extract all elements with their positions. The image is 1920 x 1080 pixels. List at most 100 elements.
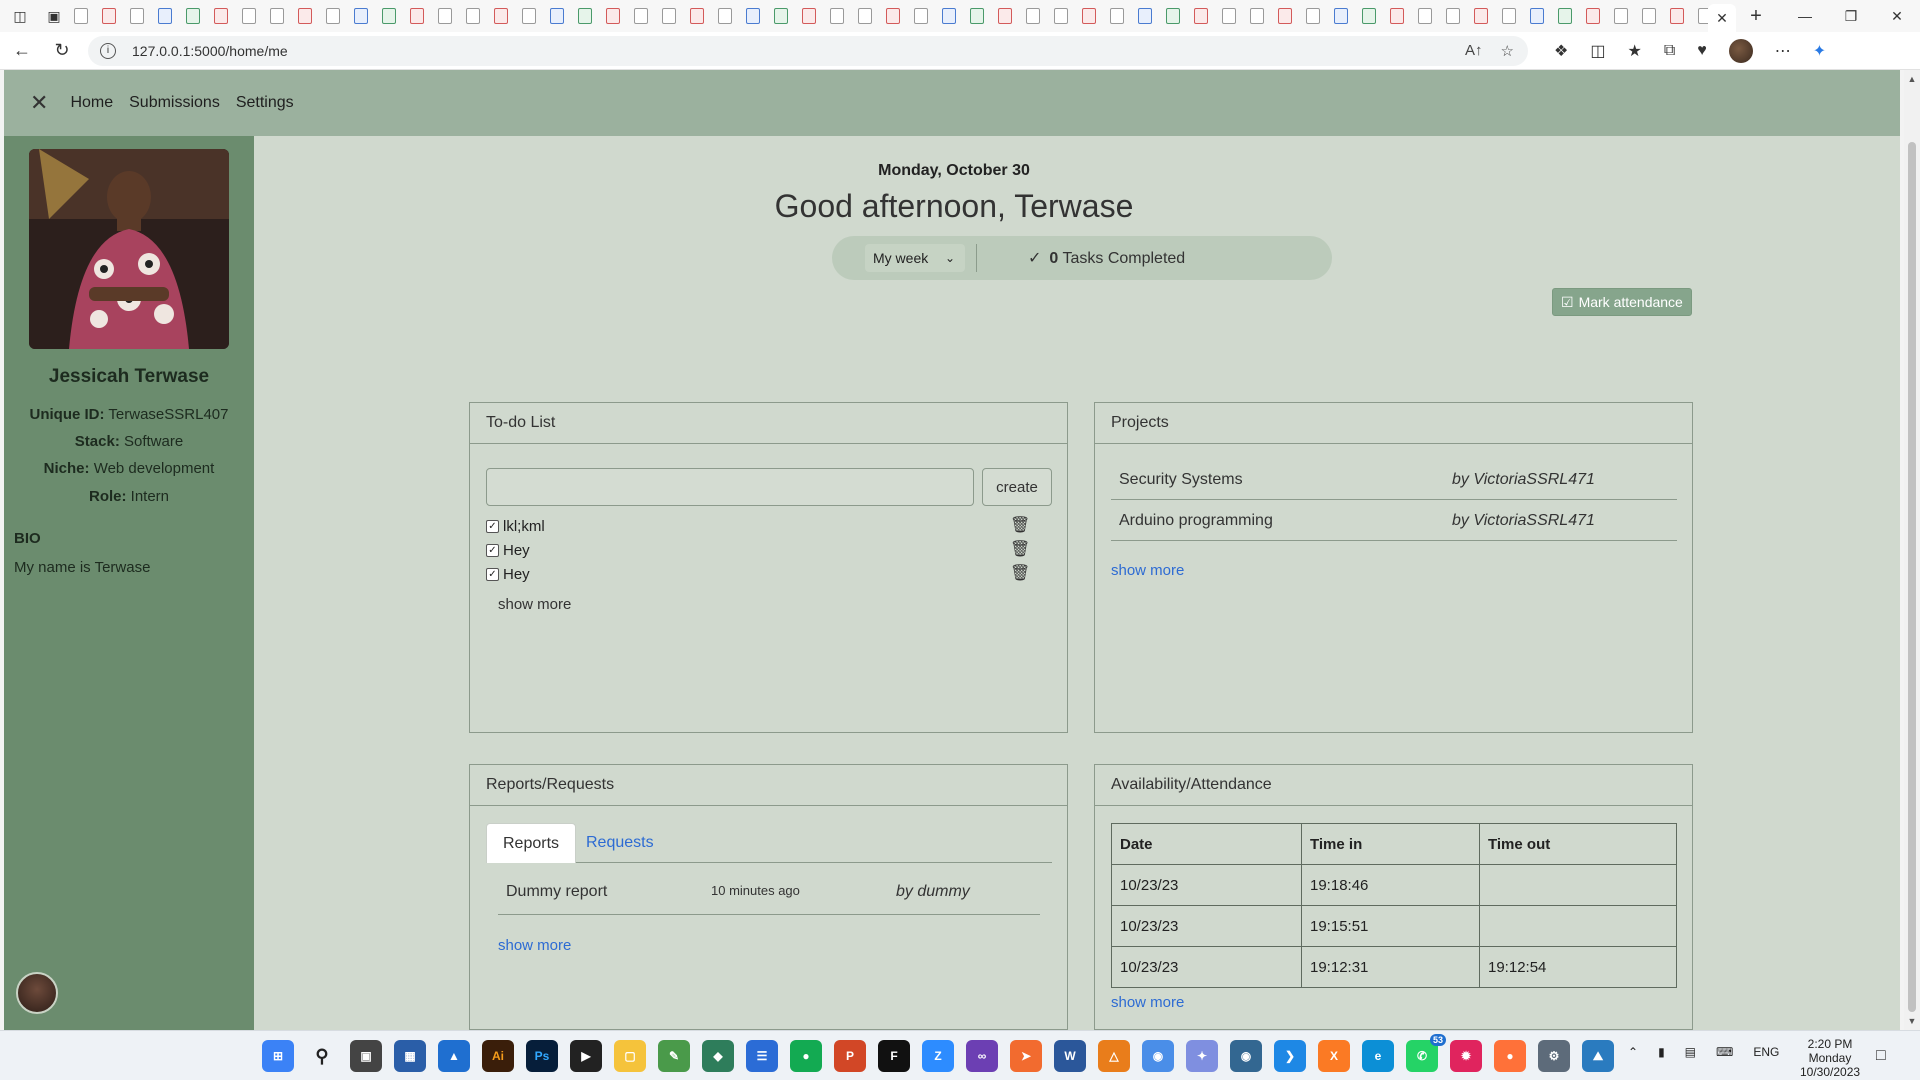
word-icon[interactable]: W xyxy=(1054,1040,1086,1072)
tab-favicon-icon[interactable] xyxy=(1670,8,1684,24)
tab-favicon-icon[interactable] xyxy=(242,8,256,24)
favorites-icon[interactable]: ★ xyxy=(1627,41,1641,61)
read-aloud-icon[interactable]: A↑ xyxy=(1465,42,1483,60)
tab-favicon-icon[interactable] xyxy=(998,8,1012,24)
minimize-icon[interactable]: — xyxy=(1782,0,1828,32)
chrome-icon[interactable]: ◉ xyxy=(1142,1040,1174,1072)
split-screen-icon[interactable]: ◫ xyxy=(1590,41,1605,61)
tab-favicon-icon[interactable] xyxy=(746,8,760,24)
photos-icon[interactable]: ⛰ xyxy=(1582,1040,1614,1072)
todo-show-more[interactable]: show more xyxy=(498,596,571,613)
trash-icon[interactable]: 🗑 xyxy=(1010,563,1030,583)
tab-actions-icon[interactable]: ▣ xyxy=(40,8,68,25)
copilot-app-icon[interactable]: ✦ xyxy=(1186,1040,1218,1072)
start-icon[interactable]: ⊞ xyxy=(262,1040,294,1072)
page-scrollbar[interactable]: ▲ ▼ xyxy=(1904,70,1920,1030)
task-view-icon[interactable]: ▣ xyxy=(350,1040,382,1072)
tab-favicon-icon[interactable] xyxy=(1502,8,1516,24)
xampp-icon[interactable]: X xyxy=(1318,1040,1350,1072)
mongodb-icon[interactable]: ● xyxy=(790,1040,822,1072)
tab-favicon-icon[interactable] xyxy=(1474,8,1488,24)
tab-favicon-icon[interactable] xyxy=(606,8,620,24)
tab-favicon-icon[interactable] xyxy=(298,8,312,24)
tab-favicon-icon[interactable] xyxy=(942,8,956,24)
tab-favicon-icon[interactable] xyxy=(466,8,480,24)
tab-favicon-icon[interactable] xyxy=(634,8,648,24)
nav-submissions[interactable]: Submissions xyxy=(129,94,220,112)
vlc-icon[interactable]: △ xyxy=(1098,1040,1130,1072)
network-icon[interactable]: ▤ xyxy=(1685,1045,1696,1059)
tab-favicon-icon[interactable] xyxy=(1026,8,1040,24)
project-row[interactable]: Arduino programming by VictoriaSSRL471 xyxy=(1111,501,1677,541)
tab-favicon-icon[interactable] xyxy=(326,8,340,24)
tab-favicon-icon[interactable] xyxy=(158,8,172,24)
tab-favicon-icon[interactable] xyxy=(1110,8,1124,24)
tab-favicon-icon[interactable] xyxy=(1334,8,1348,24)
notepad-icon[interactable]: ✎ xyxy=(658,1040,690,1072)
nav-home[interactable]: Home xyxy=(70,94,113,112)
trash-icon[interactable]: 🗑 xyxy=(1010,539,1030,559)
store-icon[interactable]: ▲ xyxy=(438,1040,470,1072)
postgres-icon[interactable]: ◉ xyxy=(1230,1040,1262,1072)
tab-favicon-icon[interactable] xyxy=(410,8,424,24)
firefox-icon[interactable]: ● xyxy=(1494,1040,1526,1072)
project-row[interactable]: Security Systems by VictoriaSSRL471 xyxy=(1111,460,1677,500)
tab-favicon-icon[interactable] xyxy=(1166,8,1180,24)
tab-favicon-icon[interactable] xyxy=(1222,8,1236,24)
tab-favicon-icon[interactable] xyxy=(1698,8,1708,24)
tab-favicon-icon[interactable] xyxy=(1306,8,1320,24)
tab-favicon-icon[interactable] xyxy=(102,8,116,24)
close-sidebar-icon[interactable]: ✕ xyxy=(30,90,48,116)
projects-show-more[interactable]: show more xyxy=(1111,562,1184,579)
file-explorer-icon[interactable]: ▢ xyxy=(614,1040,646,1072)
tab-favicon-icon[interactable] xyxy=(774,8,788,24)
edge-icon[interactable]: e xyxy=(1362,1040,1394,1072)
copilot-icon[interactable]: ✦ xyxy=(1813,41,1826,61)
tab-favicon-icon[interactable] xyxy=(1558,8,1572,24)
notification-center-icon[interactable]: □ xyxy=(1876,1047,1886,1065)
tab-favicon-icon[interactable] xyxy=(74,8,88,24)
tab-favicon-icon[interactable] xyxy=(690,8,704,24)
illustrator-icon[interactable]: Ai xyxy=(482,1040,514,1072)
extensions-icon[interactable]: ❖ xyxy=(1554,41,1568,61)
tab-favicon-icon[interactable] xyxy=(550,8,564,24)
todo-checkbox[interactable]: ✓ xyxy=(486,543,499,557)
more-menu-icon[interactable]: ⋯ xyxy=(1775,41,1791,61)
tab-favicon-icon[interactable] xyxy=(1054,8,1068,24)
new-tab-button[interactable]: + xyxy=(1742,2,1770,30)
tab-favicon-icon[interactable] xyxy=(1082,8,1096,24)
period-select[interactable]: My week ⌄ xyxy=(865,244,965,272)
create-todo-button[interactable]: create xyxy=(982,468,1052,506)
tab-favicon-icon[interactable] xyxy=(270,8,284,24)
scroll-up-icon[interactable]: ▲ xyxy=(1904,74,1920,84)
mark-attendance-button[interactable]: ☑ Mark attendance xyxy=(1552,288,1692,316)
performance-icon[interactable]: ♥ xyxy=(1697,42,1707,60)
tab-favicon-icon[interactable] xyxy=(886,8,900,24)
window-close-icon[interactable]: ✕ xyxy=(1874,0,1920,32)
scroll-down-icon[interactable]: ▼ xyxy=(1904,1016,1920,1026)
tab-favicon-icon[interactable] xyxy=(214,8,228,24)
tab-favicon-icon[interactable] xyxy=(1362,8,1376,24)
tab-favicon-icon[interactable] xyxy=(830,8,844,24)
tab-favicon-icon[interactable] xyxy=(1250,8,1264,24)
favorite-star-icon[interactable]: ☆ xyxy=(1501,42,1514,60)
user-avatar-button[interactable] xyxy=(16,972,58,1014)
profile-avatar[interactable] xyxy=(1728,38,1753,63)
tab-favicon-icon[interactable] xyxy=(354,8,368,24)
settings-icon[interactable]: ⚙ xyxy=(1538,1040,1570,1072)
tab-favicon-icon[interactable] xyxy=(1418,8,1432,24)
powerpoint-icon[interactable]: P xyxy=(834,1040,866,1072)
media-player-icon[interactable]: ▶ xyxy=(570,1040,602,1072)
url-field[interactable]: i 127.0.0.1:5000/home/me A↑ ☆ xyxy=(88,35,1528,66)
clock[interactable]: 2:20 PM Monday 10/30/2023 xyxy=(1800,1037,1860,1079)
trash-icon[interactable]: 🗑 xyxy=(1010,515,1030,535)
tab-favicon-icon[interactable] xyxy=(914,8,928,24)
tab-favicon-icon[interactable] xyxy=(1446,8,1460,24)
tab-favicon-icon[interactable] xyxy=(1138,8,1152,24)
nav-settings[interactable]: Settings xyxy=(236,94,294,112)
photoshop-icon[interactable]: Ps xyxy=(526,1040,558,1072)
scrollbar-thumb[interactable] xyxy=(1908,142,1916,1012)
keyboard-icon[interactable]: ⌨ xyxy=(1716,1045,1733,1059)
todo-checkbox[interactable]: ✓ xyxy=(486,567,499,581)
tab-favicon-icon[interactable] xyxy=(130,8,144,24)
